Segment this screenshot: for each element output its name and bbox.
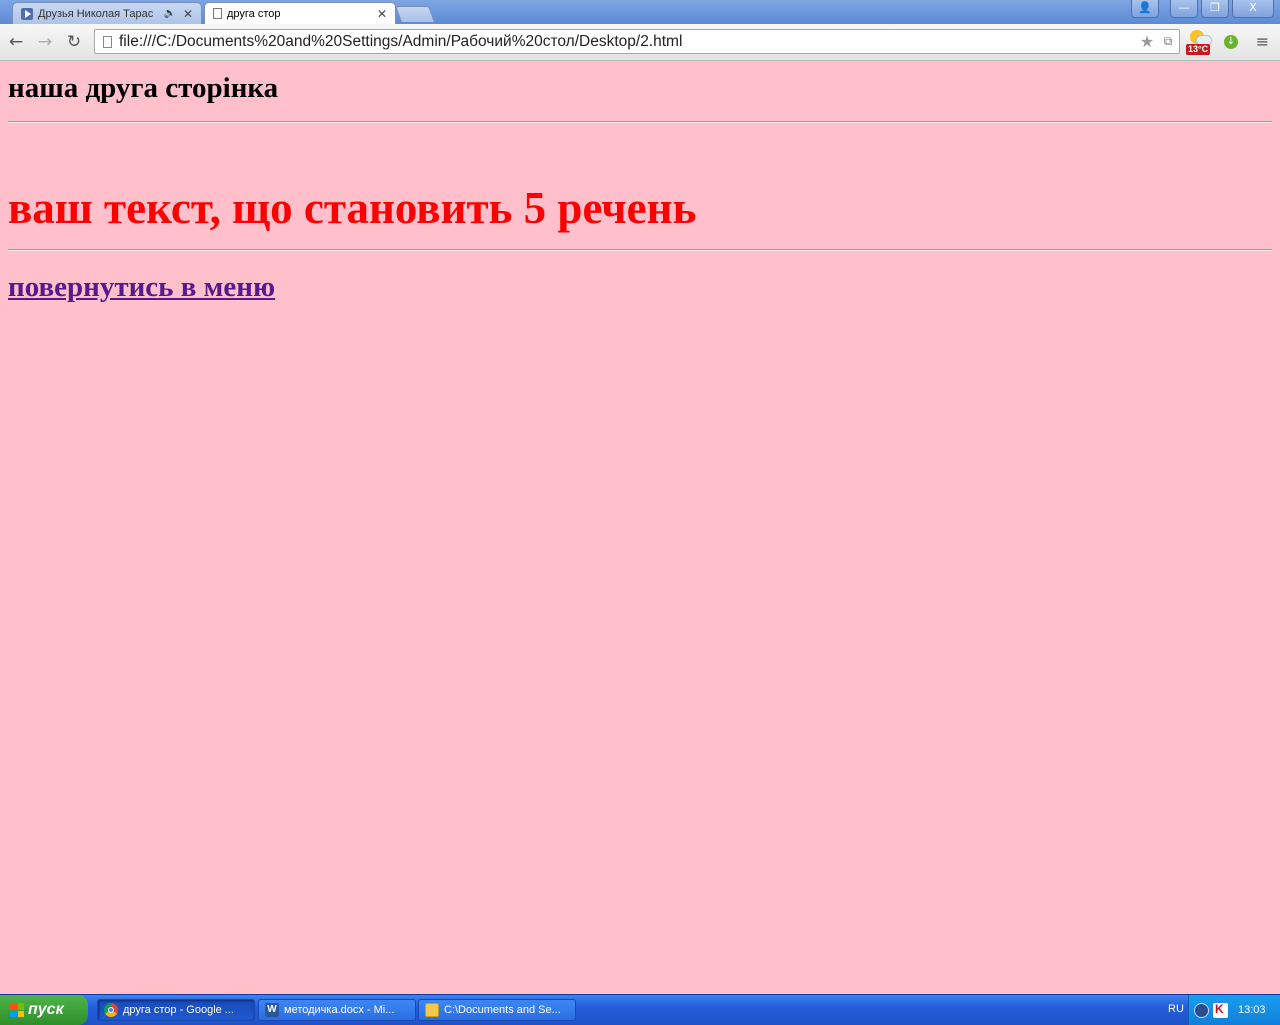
page-content: наша друга сторінка ваш текст, що станов… xyxy=(0,61,1280,994)
divider xyxy=(8,121,1272,123)
page-heading: наша друга сторінка xyxy=(8,72,279,104)
divider xyxy=(8,249,1272,251)
close-tab-icon[interactable]: ✕ xyxy=(375,7,389,21)
taskbar-item-browser[interactable]: друга стор - Google ... xyxy=(97,999,255,1021)
antivirus-icon[interactable] xyxy=(1213,1002,1228,1018)
forward-arrow-icon[interactable]: → xyxy=(34,31,56,53)
close-window-button[interactable]: X xyxy=(1232,0,1274,18)
speaker-icon: 🔈 xyxy=(163,8,176,19)
restore-button[interactable]: ❐ xyxy=(1201,0,1229,18)
taskbar-item-label: друга стор - Google ... xyxy=(123,1004,234,1016)
main-text: ваш текст, що становить 5 речень xyxy=(8,183,697,233)
browser-toolbar: ← → ↻ file:///C:/Documents%20and%20Setti… xyxy=(0,24,1280,61)
taskbar-item-word[interactable]: W методичка.docx - Mi... xyxy=(258,999,416,1021)
tab-inactive[interactable]: Друзья Николая Тарас 🔈 ✕ xyxy=(12,2,202,24)
page-favicon-icon xyxy=(213,8,222,19)
address-bar[interactable]: file:///C:/Documents%20and%20Settings/Ad… xyxy=(94,29,1180,54)
page-icon xyxy=(103,35,112,48)
clock[interactable]: 13:03 xyxy=(1238,1004,1266,1016)
close-tab-icon[interactable]: ✕ xyxy=(181,7,195,21)
window-controls: 👤 — ❐ X xyxy=(1131,0,1274,18)
browser-title-bar: Друзья Николая Тарас 🔈 ✕ друга стор ✕ 👤 … xyxy=(0,0,1280,24)
menu-icon[interactable]: ≡ xyxy=(1255,34,1270,50)
tab-title: Друзья Николая Тарас xyxy=(38,7,154,20)
download-extension-icon[interactable]: ↓ xyxy=(1224,35,1238,49)
weather-temperature: 13°C xyxy=(1186,44,1211,55)
sync-icon[interactable] xyxy=(1194,1002,1209,1018)
tab-active[interactable]: друга стор ✕ xyxy=(204,2,396,24)
bookmark-star-icon[interactable]: ★ xyxy=(1137,32,1157,51)
address-url[interactable]: file:///C:/Documents%20and%20Settings/Ad… xyxy=(119,33,1137,51)
taskbar-item-explorer[interactable]: C:\Documents and Se... xyxy=(418,999,576,1021)
minimize-button[interactable]: — xyxy=(1170,0,1198,18)
taskbar-item-label: C:\Documents and Se... xyxy=(444,1004,561,1016)
weather-extension[interactable]: 13°C xyxy=(1186,29,1214,55)
user-profile-icon[interactable]: 👤 xyxy=(1131,0,1159,18)
chrome-icon xyxy=(104,1003,118,1017)
back-to-menu-link[interactable]: повернутись в меню xyxy=(8,269,275,305)
tab-title: друга стор xyxy=(227,7,281,20)
taskbar-item-label: методичка.docx - Mi... xyxy=(284,1004,395,1016)
new-tab-button[interactable] xyxy=(395,6,435,22)
start-label: пуск xyxy=(28,1001,64,1018)
taskbar: пуск друга стор - Google ... W методичка… xyxy=(0,994,1280,1025)
reload-icon[interactable]: ↻ xyxy=(63,31,85,53)
back-arrow-icon[interactable]: ← xyxy=(5,31,27,53)
system-tray: 13:03 xyxy=(1188,995,1280,1025)
language-indicator[interactable]: RU xyxy=(1168,1003,1184,1015)
windows-logo-icon xyxy=(10,1003,24,1017)
start-button[interactable]: пуск xyxy=(0,995,88,1025)
translate-icon[interactable]: ⧉ xyxy=(1157,34,1179,49)
word-icon: W xyxy=(265,1003,279,1017)
folder-icon xyxy=(425,1003,439,1017)
video-favicon-icon xyxy=(21,7,33,20)
